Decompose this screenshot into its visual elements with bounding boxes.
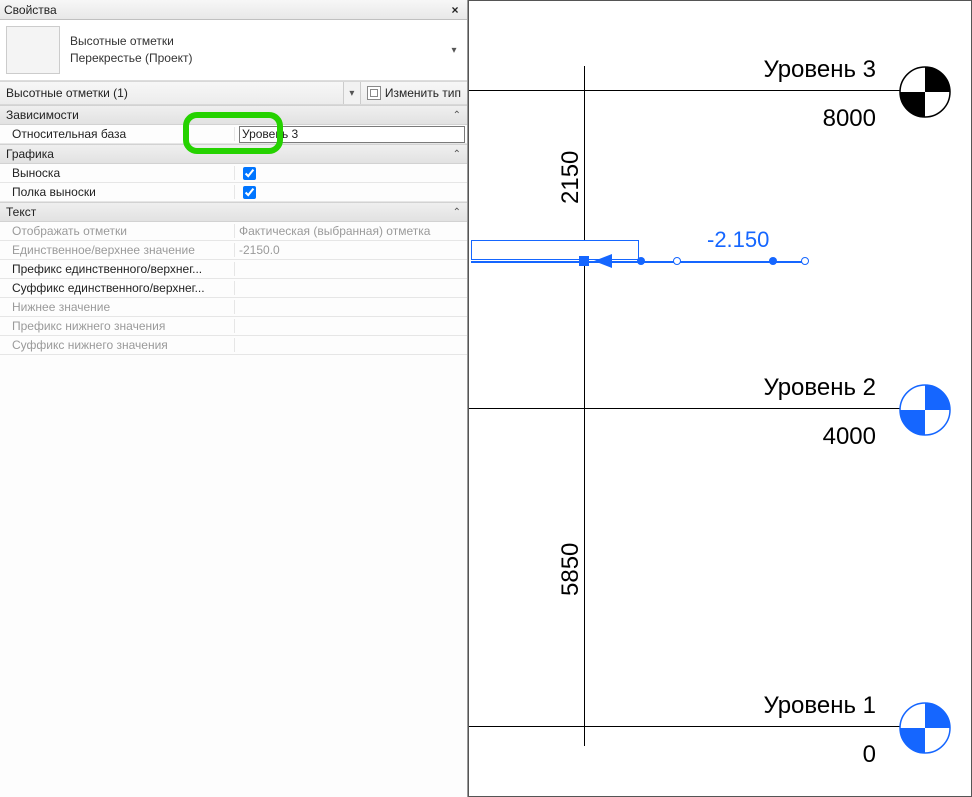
level-3-line[interactable] <box>469 90 927 91</box>
label-prefix-upper: Префикс единственного/верхнег... <box>0 262 235 276</box>
row-relative-base: Относительная база Уровень 3 <box>0 125 467 144</box>
value-single-upper: -2150.0 <box>235 243 467 257</box>
filter-dropdown-icon[interactable]: ▾ <box>343 82 361 104</box>
spot-grip-ring[interactable] <box>801 257 809 265</box>
filter-row: ▾ Изменить тип <box>0 81 467 105</box>
group-constraints[interactable]: Зависимости ⌃ <box>0 105 467 125</box>
label-lower-value: Нижнее значение <box>0 300 235 314</box>
label-relative-base: Относительная база <box>0 127 235 141</box>
label-leader: Выноска <box>0 166 235 180</box>
level-1-value[interactable]: 0 <box>863 741 876 769</box>
row-prefix-upper: Префикс единственного/верхнег... <box>0 260 467 279</box>
spot-value[interactable]: -2.150 <box>707 227 769 253</box>
level-1-line[interactable] <box>469 726 927 727</box>
level-2-value[interactable]: 4000 <box>823 423 876 451</box>
level-3-value[interactable]: 8000 <box>823 105 876 133</box>
row-prefix-lower: Префикс нижнего значения <box>0 317 467 336</box>
label-suffix-lower: Суффикс нижнего значения <box>0 338 235 352</box>
label-suffix-upper: Суффикс единственного/верхнег... <box>0 281 235 295</box>
panel-title: Свойства <box>4 3 57 17</box>
spot-grip[interactable] <box>579 256 589 266</box>
spot-grip-dot[interactable] <box>769 257 777 265</box>
row-lower-value: Нижнее значение <box>0 298 467 317</box>
label-single-upper: Единственное/верхнее значение <box>0 243 235 257</box>
dim-tick <box>570 408 598 409</box>
collapse-icon[interactable]: ⌃ <box>453 207 461 218</box>
edit-type-icon <box>367 86 381 100</box>
level-1-marker[interactable] <box>899 702 951 754</box>
group-graphics[interactable]: Графика ⌃ <box>0 144 467 164</box>
label-display-elevations: Отображать отметки <box>0 224 235 238</box>
spot-grip-dot[interactable] <box>637 257 645 265</box>
spot-selection-bbox <box>471 240 639 260</box>
type-selector[interactable]: Высотные отметки Перекрестье (Проект) ▾ <box>0 20 467 81</box>
value-relative-base[interactable]: Уровень 3 <box>235 126 467 143</box>
level-2-line[interactable] <box>469 408 927 409</box>
panel-titlebar: Свойства × <box>0 0 467 20</box>
row-leader-shoulder: Полка выноски <box>0 183 467 202</box>
collapse-icon[interactable]: ⌃ <box>453 110 461 121</box>
level-3-marker[interactable] <box>899 66 951 118</box>
group-text[interactable]: Текст ⌃ <box>0 202 467 222</box>
row-suffix-lower: Суффикс нижнего значения <box>0 336 467 355</box>
dimension-value-2[interactable]: 5850 <box>557 543 585 596</box>
dimension-value-1[interactable]: 2150 <box>557 151 585 204</box>
row-display-elevations: Отображать отметки Фактическая (выбранна… <box>0 222 467 241</box>
row-leader: Выноска <box>0 164 467 183</box>
level-1-name[interactable]: Уровень 1 <box>764 692 876 720</box>
row-single-upper: Единственное/верхнее значение -2150.0 <box>0 241 467 260</box>
dim-tick <box>570 726 598 727</box>
selection-filter[interactable] <box>0 84 343 102</box>
value-display-elevations: Фактическая (выбранная) отметка <box>235 224 467 238</box>
type-name: Перекрестье (Проект) <box>70 50 447 67</box>
properties-panel: Свойства × Высотные отметки Перекрестье … <box>0 0 468 797</box>
spot-arrow-icon <box>594 254 612 268</box>
checkbox-leader-shoulder[interactable] <box>243 186 256 199</box>
group-constraints-label: Зависимости <box>6 108 79 122</box>
type-family: Высотные отметки <box>70 33 447 50</box>
group-graphics-label: Графика <box>6 147 54 161</box>
chevron-down-icon[interactable]: ▾ <box>447 45 461 56</box>
type-thumbnail <box>6 26 60 74</box>
relative-base-combo[interactable]: Уровень 3 <box>239 126 465 143</box>
drawing-canvas[interactable]: Уровень 3 8000 Уровень 2 4000 Уровень 1 … <box>468 0 972 797</box>
row-suffix-upper: Суффикс единственного/верхнег... <box>0 279 467 298</box>
edit-type-button[interactable]: Изменить тип <box>361 86 467 100</box>
close-icon[interactable]: × <box>447 3 463 17</box>
edit-type-label: Изменить тип <box>385 86 461 100</box>
dim-tick <box>570 90 598 91</box>
label-leader-shoulder: Полка выноски <box>0 185 235 199</box>
type-text: Высотные отметки Перекрестье (Проект) <box>70 33 447 67</box>
level-2-marker[interactable] <box>899 384 951 436</box>
label-prefix-lower: Префикс нижнего значения <box>0 319 235 333</box>
checkbox-leader[interactable] <box>243 167 256 180</box>
spot-grip-ring[interactable] <box>673 257 681 265</box>
level-2-name[interactable]: Уровень 2 <box>764 374 876 402</box>
level-3-name[interactable]: Уровень 3 <box>764 56 876 84</box>
collapse-icon[interactable]: ⌃ <box>453 149 461 160</box>
group-text-label: Текст <box>6 205 36 219</box>
